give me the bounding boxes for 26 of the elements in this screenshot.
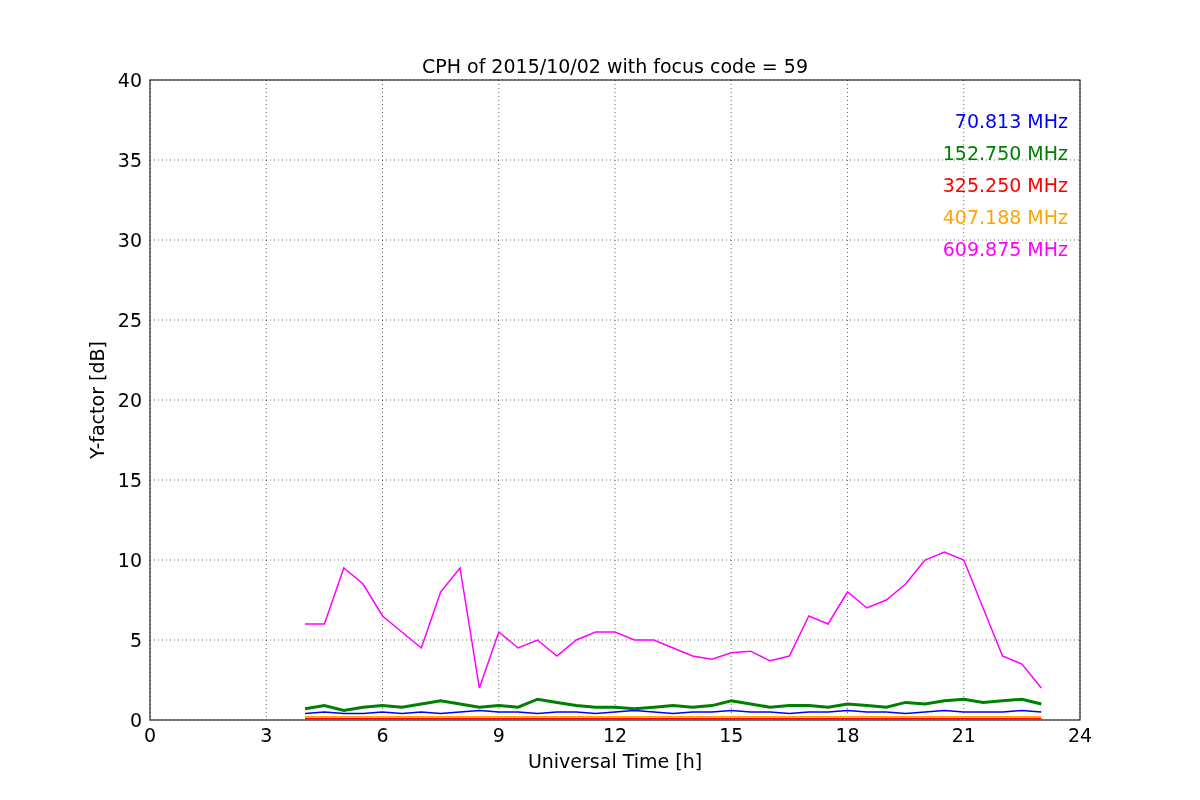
tick-label: 5	[129, 629, 142, 651]
tick-label: 10	[117, 549, 142, 571]
legend-label: 325.250 MHz	[942, 174, 1068, 196]
tick-label: 35	[117, 149, 142, 171]
tick-label: 30	[117, 229, 142, 251]
tick-label: 15	[719, 724, 744, 746]
tick-label: 25	[117, 309, 142, 331]
tick-label: 12	[602, 724, 628, 746]
tick-label: 24	[1067, 724, 1093, 746]
tick-label: 0	[129, 709, 142, 731]
legend-label: 70.813 MHz	[954, 110, 1068, 132]
axis-label: Y-factor [dB]	[86, 341, 108, 459]
legend-label: 407.188 MHz	[942, 206, 1068, 228]
tick-label: 15	[117, 469, 142, 491]
tick-label: 6	[376, 724, 389, 746]
tick-label: 18	[835, 724, 860, 746]
tick-label: 21	[951, 724, 976, 746]
axis-label: Universal Time [h]	[527, 750, 703, 772]
legend-label: 152.750 MHz	[942, 142, 1068, 164]
tick-label: 9	[492, 724, 505, 746]
tick-label: 40	[117, 69, 142, 91]
tick-label: 20	[117, 389, 142, 411]
tick-label: 3	[260, 724, 273, 746]
tick-label: 0	[143, 724, 157, 746]
chart-title: CPH of 2015/10/02 with focus code = 59	[422, 55, 808, 77]
legend-label: 609.875 MHz	[942, 238, 1068, 260]
